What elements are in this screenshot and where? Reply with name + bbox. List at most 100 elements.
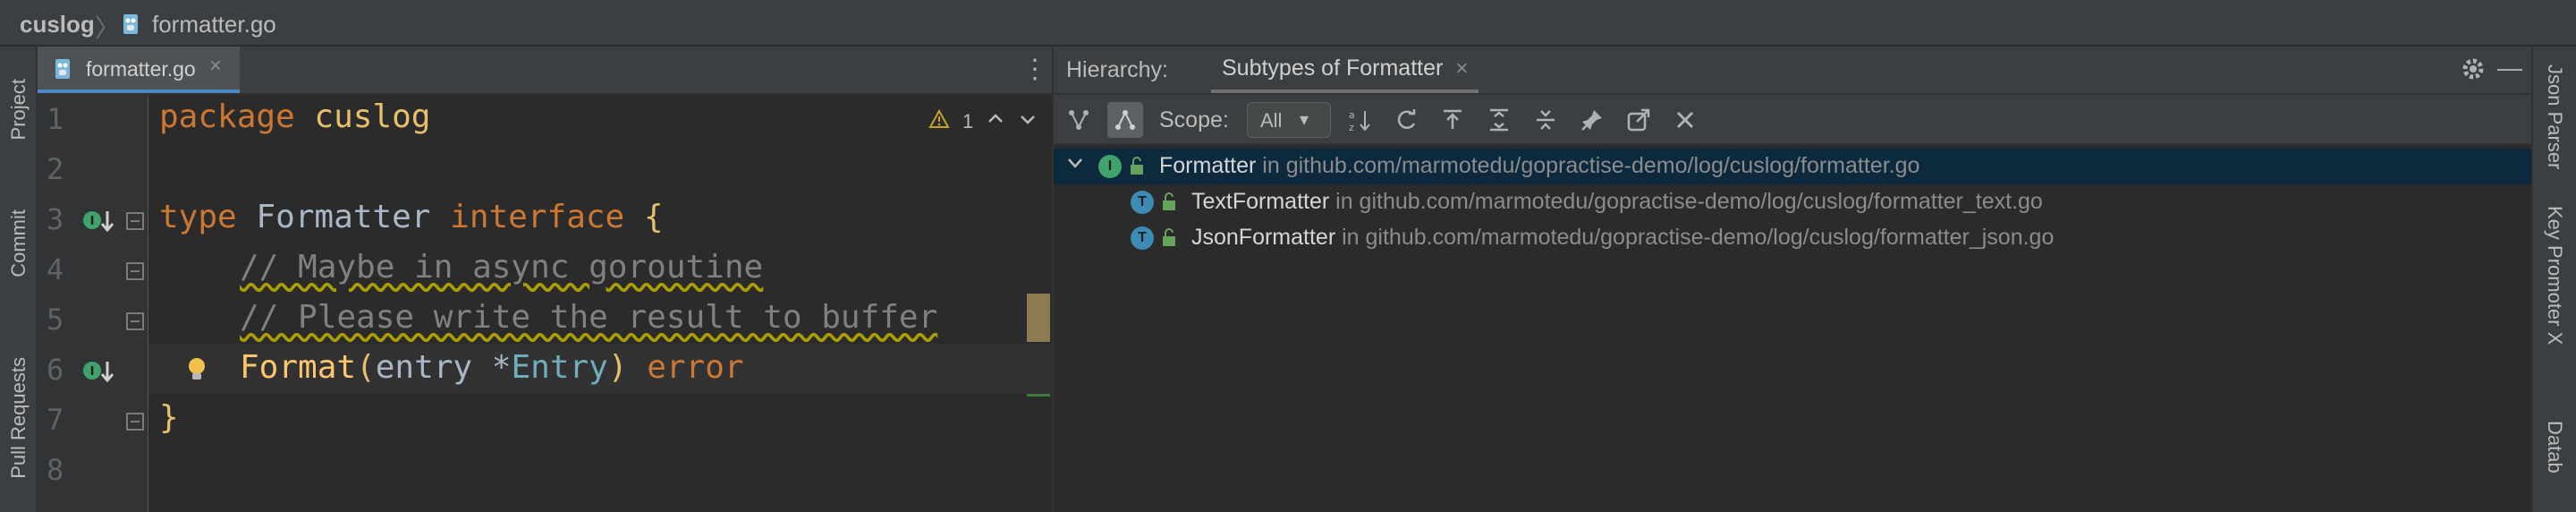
interface-icon: I [1098, 155, 1122, 178]
type-icon: T [1131, 191, 1154, 214]
paren: ) [607, 349, 628, 386]
implemented-icon[interactable]: I [82, 358, 114, 391]
minimize-icon[interactable]: — [2497, 54, 2522, 82]
keyword: interface [450, 199, 625, 235]
scope-label: Scope: [1159, 107, 1229, 132]
fold-icon[interactable] [125, 311, 145, 336]
go-file-icon [54, 57, 73, 85]
svg-text:I: I [90, 215, 95, 228]
tool-tab-key-promoter[interactable]: Key Promoter X [2537, 206, 2572, 345]
tool-tab-json-parser[interactable]: Json Parser [2537, 64, 2572, 169]
svg-text:z: z [1349, 122, 1354, 132]
tree-node-json-formatter[interactable]: T JsonFormatter in github.com/marmotedu/… [1054, 220, 2531, 256]
implemented-icon[interactable]: I [82, 208, 114, 241]
editor-tab-bar: formatter.go × ⋮ [38, 47, 1052, 95]
tool-tab-commit-label: Commit [7, 209, 30, 277]
tool-tab-key-promoter-label: Key Promoter X [2544, 206, 2566, 346]
fold-icon[interactable] [125, 211, 145, 235]
hierarchy-tree: I Formatter in github.com/marmotedu/gopr… [1052, 145, 2531, 512]
chevron-down-icon[interactable] [1066, 154, 1084, 177]
tree-node-label: TextFormatter in github.com/marmotedu/go… [1191, 189, 2043, 215]
chevron-down-icon[interactable] [1018, 109, 1038, 134]
pointer-star: * [491, 349, 512, 386]
tool-tab-commit[interactable]: Commit [2, 181, 36, 306]
editor-tab-formatter[interactable]: formatter.go × [38, 47, 240, 93]
method-name: Format [240, 349, 357, 386]
sort-alphabetically-icon[interactable]: az [1345, 106, 1374, 134]
tool-tab-project[interactable]: Project [2, 55, 36, 163]
left-tool-strip: Project Commit Pull Requests [0, 47, 38, 512]
fold-icon[interactable] [125, 412, 145, 436]
line-number: 2 [47, 152, 64, 186]
gear-icon[interactable] [2460, 55, 2487, 87]
supertypes-icon[interactable] [1064, 106, 1093, 134]
line-number: 7 [47, 403, 64, 437]
line-number: 4 [47, 252, 64, 286]
code-line: // Maybe in async goroutine [240, 249, 763, 286]
code-line: package cuslog [159, 98, 430, 135]
tool-tab-pull-requests[interactable]: Pull Requests [2, 324, 36, 512]
keyword: type [159, 199, 237, 235]
warning-icon [928, 108, 950, 134]
brace: { [643, 199, 664, 235]
lock-icon [1161, 192, 1177, 217]
breadcrumb-project[interactable]: cuslog [20, 11, 95, 38]
code-editor[interactable]: 1 package cuslog type Formatter interfac… [148, 95, 1052, 512]
close-icon[interactable]: × [209, 54, 222, 79]
class-location: in github.com/marmotedu/gopractise-demo/… [1329, 189, 2043, 214]
breadcrumb-file[interactable]: formatter.go [152, 11, 276, 38]
tool-tab-pull-requests-label: Pull Requests [7, 357, 30, 479]
tree-node-label: JsonFormatter in github.com/marmotedu/go… [1191, 225, 2054, 251]
scope-select[interactable]: All ▾ [1247, 102, 1331, 138]
tab-subtypes-label: Subtypes of Formatter [1222, 55, 1444, 81]
hierarchy-toolbar: Scope: All ▾ az [1052, 95, 2531, 145]
base-on-this-class-icon[interactable] [1438, 106, 1467, 134]
go-file-icon [122, 13, 141, 40]
close-icon[interactable]: × [1455, 56, 1468, 81]
refresh-icon[interactable] [1392, 106, 1420, 134]
hierarchy-header: Hierarchy: Subtypes of Formatter × — [1052, 47, 2531, 95]
chevron-up-icon[interactable] [986, 109, 1005, 134]
right-tool-strip: Json Parser Key Promoter X Datab [2531, 47, 2576, 512]
tool-tab-database-label: Datab [2544, 421, 2566, 474]
pin-icon[interactable] [1578, 106, 1606, 134]
package-name: cuslog [314, 98, 431, 135]
tab-subtypes[interactable]: Subtypes of Formatter × [1211, 47, 1479, 93]
tool-tab-database[interactable]: Datab [2537, 421, 2572, 474]
collapse-all-icon[interactable] [1531, 106, 1560, 134]
class-name: Formatter [1159, 153, 1257, 178]
code-line: // Please write the result to buffer [240, 299, 937, 336]
subtypes-icon[interactable] [1107, 102, 1143, 138]
param-name: entry [375, 349, 492, 386]
bulb-icon[interactable] [186, 356, 208, 388]
keyword: package [159, 98, 295, 135]
paren: ( [356, 349, 376, 386]
inspection-widget[interactable]: 1 [928, 108, 1038, 134]
class-location: in github.com/marmotedu/gopractise-demo/… [1335, 225, 2055, 250]
code-line: } [159, 399, 179, 436]
navigation-bar: cuslog 〉 formatter.go [0, 0, 2576, 47]
editor-tab-label: formatter.go [86, 57, 196, 81]
hierarchy-title: Hierarchy: [1066, 57, 1168, 82]
tree-node-formatter[interactable]: I Formatter in github.com/marmotedu/gopr… [1054, 149, 2531, 184]
chevron-down-icon: ▾ [1300, 110, 1309, 130]
comment: // Maybe in async goroutine [240, 249, 764, 286]
comment: // Please write the result to buffer [240, 299, 938, 336]
line-number: 1 [47, 102, 64, 136]
editor-gutter: 1 2 3 4 5 6 7 8 I I [38, 95, 148, 512]
scrollbar-marker[interactable] [1027, 294, 1050, 342]
more-options-icon[interactable]: ⋮ [1021, 54, 1048, 85]
expand-all-icon[interactable] [1485, 106, 1513, 134]
fold-icon[interactable] [125, 261, 145, 286]
code-line: Format(entry *Entry) error [240, 349, 744, 386]
close-icon[interactable] [1671, 106, 1699, 134]
lock-icon [1129, 157, 1145, 181]
scrollbar-change-marker [1027, 394, 1050, 397]
line-number: 8 [47, 453, 64, 487]
tree-node-text-formatter[interactable]: T TextFormatter in github.com/marmotedu/… [1054, 184, 2531, 220]
class-name: JsonFormatter [1191, 225, 1336, 250]
open-in-window-icon[interactable] [1624, 106, 1653, 134]
class-name: TextFormatter [1191, 189, 1330, 214]
tool-tab-project-label: Project [7, 78, 30, 141]
tree-node-label: Formatter in github.com/marmotedu/goprac… [1159, 153, 1919, 179]
